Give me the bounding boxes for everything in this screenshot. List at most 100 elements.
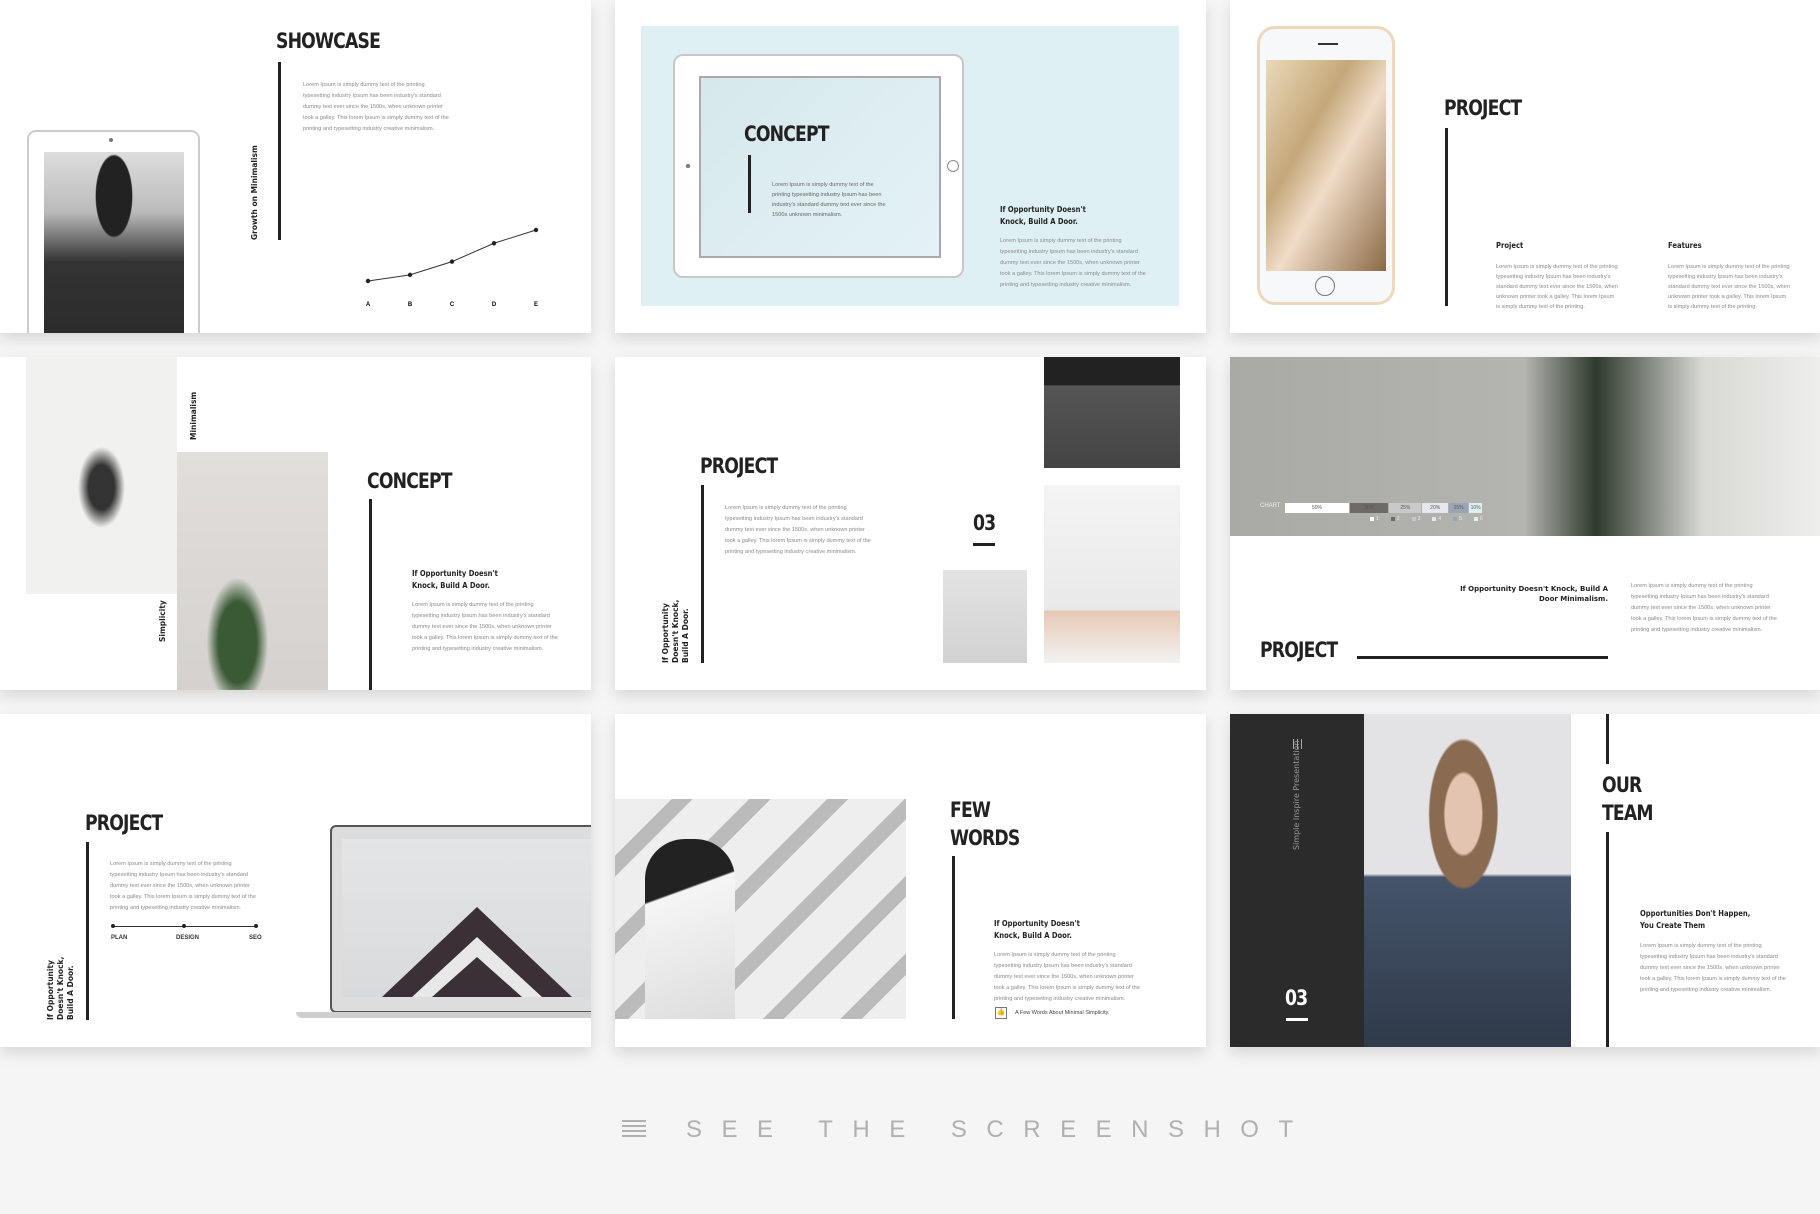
quote-heading: If Opportunity Doesn't Knock, Build A Do…	[1000, 205, 1086, 226]
x-tick-label: B	[408, 302, 413, 308]
legend-item: 1	[1370, 516, 1379, 522]
timeline-dot	[254, 924, 258, 928]
laptop-frame	[330, 825, 591, 1013]
legend-swatch	[1473, 517, 1478, 521]
legend-item: 6	[1473, 516, 1483, 522]
slide-few-words[interactable]: FEW WORDS If Opportunity Doesn't Knock, …	[615, 714, 1206, 1047]
x-tick-label: E	[534, 302, 538, 308]
antler-figure-photo	[26, 357, 177, 594]
chart-point	[491, 241, 497, 246]
phone-frame	[1257, 26, 1395, 305]
woman-denim-photo	[1364, 714, 1571, 1047]
slide-title: CONCEPT	[744, 122, 830, 146]
side-label-minimalism: Minimalism	[189, 391, 198, 440]
body-text: Lorem Ipsum is simply dummy text of the …	[1640, 943, 1786, 993]
vertical-rule	[952, 856, 955, 1019]
chart-point	[449, 259, 455, 264]
legend-label: 3	[1417, 516, 1421, 522]
number-underline	[1286, 1018, 1308, 1021]
timeline-label-design: DESIGN	[176, 935, 200, 941]
slide-our-team[interactable]: Simple Inspire Presentation 03 OUR TEAM …	[1230, 714, 1820, 1047]
body-text: Lorem Ipsum is simply dummy text of the …	[303, 82, 449, 132]
side-quote: If Opportunity Doesn't Knock, Build A Do…	[661, 599, 690, 663]
legend-swatch	[1453, 517, 1458, 521]
bar-segment: 50%	[1285, 503, 1349, 513]
chart-label: CHART	[1260, 503, 1281, 509]
bar-segment: 30%	[1350, 503, 1389, 513]
number-underline	[973, 543, 995, 546]
tablet-screen	[699, 76, 941, 258]
slide-project-phone[interactable]: PROJECT Project Lorem Ipsum is simply du…	[1230, 0, 1820, 333]
x-tick-label: D	[492, 302, 497, 308]
jeans-photo	[1044, 357, 1180, 468]
woman-profile-photo	[1266, 60, 1386, 271]
vertical-rule	[86, 842, 89, 1020]
slide-concept-tablet[interactable]: CONCEPT Lorem Ipsum is simply dummy text…	[615, 0, 1206, 333]
hand-leaf-photo	[177, 452, 328, 690]
pyramid-building-shape	[382, 907, 572, 997]
stacked-bar-chart: 50% 30% 25% 20% 15% 10%	[1285, 503, 1483, 513]
bar-segment: 20%	[1422, 503, 1448, 513]
legend-swatch	[1432, 517, 1437, 521]
legend-label: 4	[1438, 516, 1442, 522]
chart-point	[533, 227, 539, 233]
legend-label: 1	[1376, 516, 1379, 522]
horizontal-rule	[1357, 656, 1608, 659]
body-text: Lorem Ipsum is simply dummy text of the …	[772, 182, 886, 218]
woman-cap-photo	[44, 152, 184, 333]
x-tick-label: A	[366, 302, 371, 308]
bar-segment: 10%	[1469, 503, 1482, 513]
timeline-dot	[111, 924, 115, 928]
vertical-rule	[748, 155, 751, 213]
vertical-rule	[701, 485, 704, 663]
legend-label: 2	[1396, 516, 1400, 522]
timeline-dot	[182, 924, 186, 928]
slide-project-laptop[interactable]: PROJECT Lorem Ipsum is simply dummy text…	[0, 714, 591, 1047]
legend-swatch	[1411, 517, 1416, 521]
hamburger-menu-icon[interactable]	[622, 1120, 646, 1139]
chart-legend: 1 2 3 4 5 6	[1370, 516, 1483, 522]
body-text: Lorem Ipsum is simply dummy text of the …	[110, 861, 256, 911]
quote-heading: If Opportunity Doesn't Knock, Build A Do…	[1460, 585, 1608, 603]
home-button	[1315, 276, 1335, 296]
slide-showcase[interactable]: SHOWCASE Lorem Ipsum is simply dummy tex…	[0, 0, 591, 333]
caption: A Few Words About Minimal Simplicity.	[1015, 1010, 1110, 1016]
chart-point	[407, 272, 413, 278]
speaker	[1318, 43, 1338, 45]
body-text: Lorem Ipsum is simply dummy text of the …	[1000, 238, 1146, 288]
chair-photo	[943, 570, 1027, 663]
timeline-label-plan: PLAN	[111, 935, 128, 941]
legend-item: 5	[1453, 516, 1462, 522]
legend-swatch	[1370, 517, 1374, 521]
legend-label: 6	[1479, 516, 1483, 522]
slide-title: PROJECT	[1260, 638, 1338, 662]
vertical-rule	[1606, 832, 1609, 1047]
see-screenshot-link[interactable]: SEE THE SCREENSHOT	[686, 1116, 1313, 1144]
x-tick-label: C	[450, 302, 455, 308]
slide-concept-images[interactable]: Minimalism Simplicity CONCEPT If Opportu…	[0, 357, 591, 690]
laptop-base	[296, 1012, 591, 1018]
body-text: Lorem Ipsum is simply dummy text of the …	[725, 505, 871, 555]
slide-title: PROJECT	[1444, 96, 1522, 120]
column-text: Lorem Ipsum is simply dummy text of the …	[1668, 264, 1790, 310]
slide-project-chart[interactable]: CHART 50% 30% 25% 20% 15% 10% 1 2 3 4 5 6 If Oppor…	[1230, 357, 1820, 690]
quote-heading: If Opportunity Doesn't Knock, Build A Do…	[994, 919, 1080, 940]
legend-label: 5	[1459, 516, 1462, 522]
tablet-frame	[673, 54, 964, 278]
team-heading: Opportunities Don't Happen, You Create T…	[1640, 909, 1751, 930]
slide-project-gallery[interactable]: PROJECT Lorem Ipsum is simply dummy text…	[615, 357, 1206, 690]
camera-dot	[686, 164, 690, 168]
slide-number: 03	[1285, 986, 1308, 1010]
body-text: Lorem Ipsum is simply dummy text of the …	[1631, 583, 1777, 633]
vertical-rule-top	[1606, 714, 1609, 764]
slide-title: SHOWCASE	[276, 29, 381, 53]
legend-swatch	[1390, 517, 1395, 521]
home-button	[947, 160, 959, 172]
column-title-features: Features	[1668, 241, 1702, 250]
white-sweater-photo	[1044, 485, 1180, 663]
slide-title: CONCEPT	[367, 469, 453, 493]
vertical-rule	[278, 62, 281, 240]
camera-dot	[109, 138, 113, 142]
body-text: Lorem Ipsum is simply dummy text of the …	[412, 602, 558, 652]
bar-segment: 25%	[1389, 503, 1422, 513]
